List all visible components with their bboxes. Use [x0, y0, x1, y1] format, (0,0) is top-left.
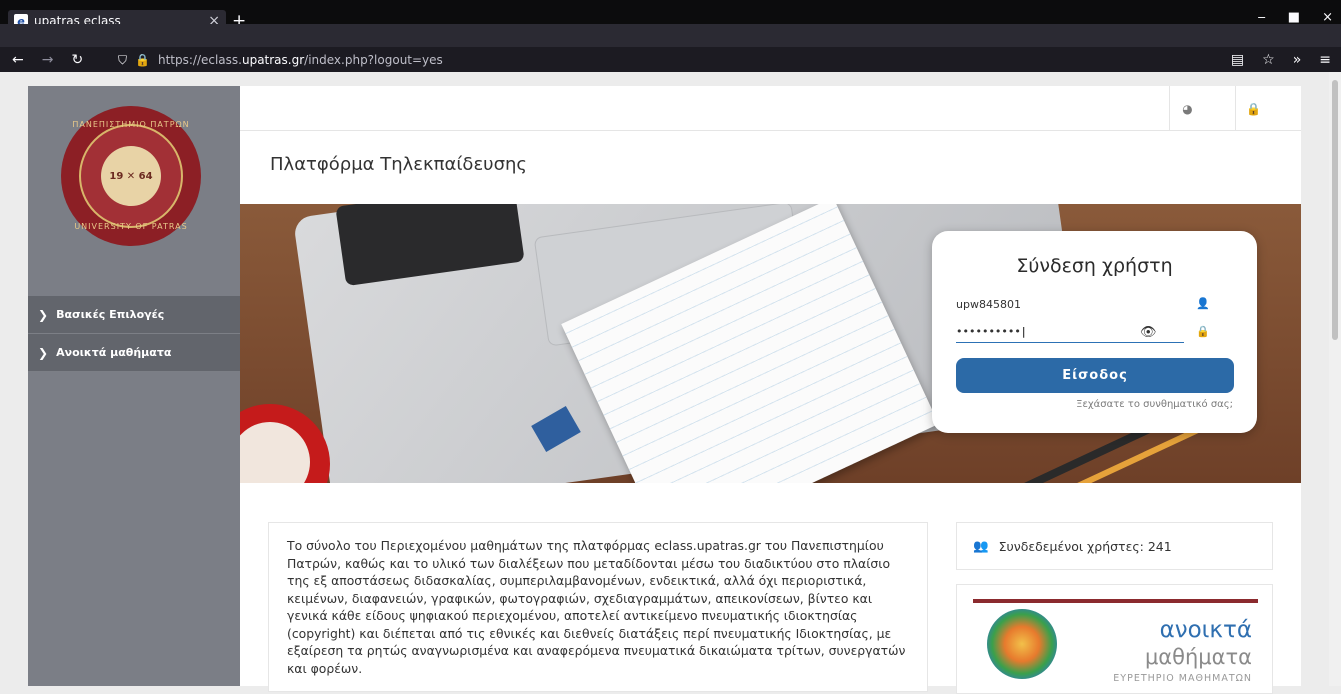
university-logo[interactable]: ΠΑΝΕΠΙΣΤΗΜΙΟ ΠΑΤΡΩΝ 19 ✕ 64 UNIVERSITY O…: [61, 106, 201, 246]
sidebar: ΠΑΝΕΠΙΣΤΗΜΙΟ ΠΑΤΡΩΝ 19 ✕ 64 UNIVERSITY O…: [28, 86, 240, 686]
logo-year-left: 19: [109, 170, 124, 182]
copyright-notice: Το σύνολο του Περιεχομένου μαθημάτων της…: [268, 522, 928, 692]
globe-icon[interactable]: ◕: [1169, 86, 1205, 131]
scroll-thumb[interactable]: [1332, 80, 1338, 340]
top-strip: ◕ 🔒: [240, 86, 1301, 131]
login-submit-button[interactable]: Είσοδος: [956, 358, 1234, 393]
browser-nav-bar: ← → ↻ ⛉ 🔒 https://eclass.upatras.gr/inde…: [0, 24, 1341, 72]
window-close-icon[interactable]: ×: [1322, 10, 1333, 25]
open-courses-tree-icon: [987, 609, 1057, 679]
open-courses-subtitle: ΕΥΡΕΤΗΡΙΟ ΜΑΘΗΜΑΤΩΝ: [1113, 673, 1252, 684]
forgot-password-link[interactable]: Ξεχάσατε το συνθηματικό σας;: [1076, 399, 1233, 410]
sidebar-item-basic-options[interactable]: ❯ Βασικές Επιλογές: [28, 296, 240, 334]
online-users-box: 👥 Συνδεδεμένοι χρήστες: 241: [956, 522, 1273, 570]
reload-icon[interactable]: ↻: [71, 52, 83, 68]
browser-tab-bar: e upatras eclass × + ‒ ■ ×: [0, 0, 1341, 32]
window-controls: ‒ ■ ×: [1258, 10, 1333, 25]
open-courses-word2: μαθήματα: [1144, 645, 1252, 669]
lock-icon[interactable]: 🔒: [135, 53, 150, 67]
open-courses-bar: [973, 599, 1258, 603]
sidebar-item-open-courses[interactable]: ❯ Ανοικτά μαθήματα: [28, 334, 240, 372]
lock-login-icon[interactable]: 🔒: [1235, 86, 1271, 131]
sidebar-item-label: Βασικές Επιλογές: [56, 308, 165, 321]
menu-icon[interactable]: ≡: [1319, 52, 1331, 68]
back-icon[interactable]: ←: [12, 52, 24, 68]
show-password-eye-icon[interactable]: 👁: [1140, 325, 1157, 340]
users-icon: 👥: [973, 538, 989, 553]
shield-icon[interactable]: ⛉: [118, 53, 127, 68]
logo-year-right: 64: [138, 170, 153, 182]
password-value: ••••••••••: [956, 325, 1021, 338]
page-scrollbar[interactable]: [1329, 72, 1341, 686]
page-title: Πλατφόρμα Τηλεκπαίδευσης: [270, 154, 527, 175]
chevron-right-icon: ❯: [38, 345, 49, 360]
login-title: Σύνδεση χρήστη: [1016, 255, 1173, 277]
overflow-chevron-icon[interactable]: »: [1293, 52, 1302, 68]
forward-icon[interactable]: →: [42, 52, 54, 68]
bookmark-star-icon[interactable]: ☆: [1262, 52, 1275, 68]
password-lock-icon: 🔒: [1196, 325, 1210, 338]
sidebar-menu: ❯ Βασικές Επιλογές ❯ Ανοικτά μαθήματα: [28, 296, 240, 372]
chevron-right-icon: ❯: [38, 307, 49, 322]
maximize-icon[interactable]: ■: [1288, 10, 1300, 25]
open-courses-word1: ανοικτά: [1159, 617, 1252, 643]
login-card: Σύνδεση χρήστη upw845801 👤 •••••••••• | 👁…: [932, 231, 1257, 433]
url-text[interactable]: https://eclass.upatras.gr/index.php?logo…: [158, 53, 443, 67]
user-icon: 👤: [1196, 297, 1210, 310]
logo-bottom-text: UNIVERSITY OF PATRAS: [74, 222, 188, 231]
toolbar-right: ▤ ☆ » ≡: [1231, 52, 1331, 68]
logo-core: 19 ✕ 64: [101, 146, 161, 206]
page: ΠΑΝΕΠΙΣΤΗΜΙΟ ΠΑΤΡΩΝ 19 ✕ 64 UNIVERSITY O…: [0, 72, 1341, 694]
logo-top-text: ΠΑΝΕΠΙΣΤΗΜΙΟ ΠΑΤΡΩΝ: [72, 120, 190, 129]
logo-inner-ring: 19 ✕ 64: [79, 124, 183, 228]
hero-image: Σύνδεση χρήστη upw845801 👤 •••••••••• | 👁…: [240, 204, 1301, 483]
online-users-label: Συνδεδεμένοι χρήστες: 241: [998, 538, 1172, 554]
copyright-paragraph: Το σύνολο του Περιεχομένου μαθημάτων της…: [287, 538, 906, 676]
url-bar[interactable]: ⛉ 🔒 https://eclass.upatras.gr/index.php?…: [118, 49, 1208, 71]
username-field[interactable]: upw845801: [956, 293, 1184, 315]
open-courses-box[interactable]: ανοικτά μαθήματα ΕΥΡΕΤΗΡΙΟ ΜΑΘΗΜΑΤΩΝ: [956, 584, 1273, 694]
sidebar-item-label: Ανοικτά μαθήματα: [56, 346, 172, 359]
nav-buttons: ← → ↻: [12, 52, 83, 68]
reader-view-icon[interactable]: ▤: [1231, 52, 1244, 68]
main-content: ◕ 🔒 Πλατφόρμα Τηλεκπαίδευσης Σύνδεση χρή…: [240, 86, 1301, 694]
minimize-icon[interactable]: ‒: [1258, 10, 1266, 25]
